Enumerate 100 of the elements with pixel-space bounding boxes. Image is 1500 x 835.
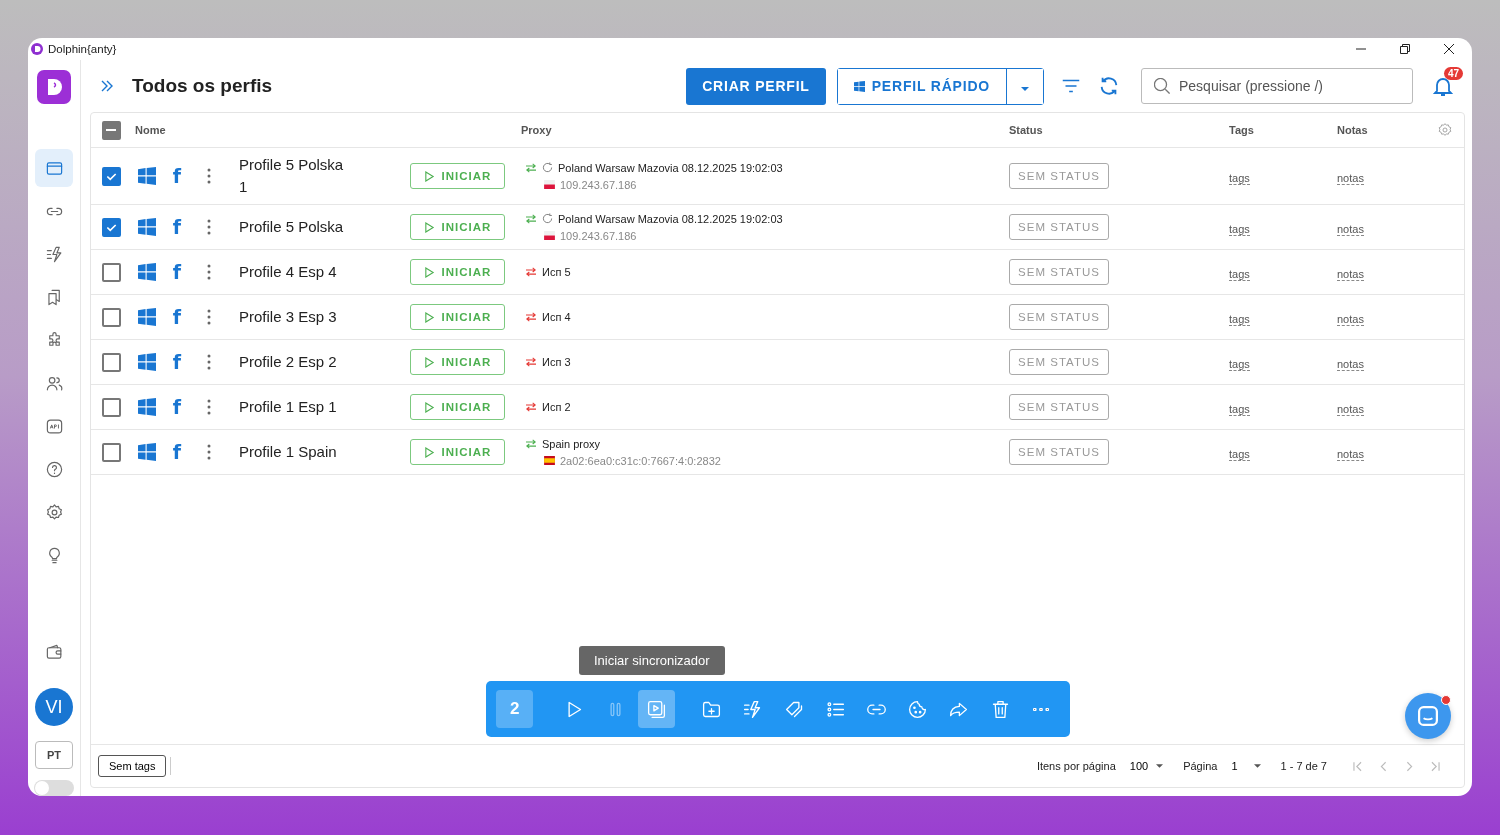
sidebar-item[interactable]	[35, 149, 73, 187]
windows-logo-icon	[138, 167, 156, 185]
more-icon[interactable]	[207, 219, 211, 235]
browser-logo: f	[172, 396, 182, 418]
tooltip: Iniciar sincronizador	[579, 646, 725, 675]
tags-link[interactable]: tags	[1229, 267, 1250, 281]
play-icon	[423, 401, 435, 413]
more-icon[interactable]	[207, 264, 211, 280]
windows-logo-icon	[138, 263, 156, 281]
cookie-icon	[907, 698, 929, 720]
profile-name[interactable]: Profile 3 Esp 3	[239, 306, 337, 328]
poland-flag-icon	[544, 231, 555, 240]
profile-name[interactable]: Profile 2 Esp 2	[239, 351, 337, 373]
column-header[interactable]: Proxy	[511, 124, 1001, 136]
play-icon	[423, 311, 435, 323]
row-checkbox[interactable]	[101, 352, 121, 372]
create-profile-button[interactable]: CRIAR PERFIL	[686, 67, 826, 105]
column-header[interactable]: Status	[1001, 124, 1211, 136]
quick-profile-button[interactable]: PERFIL RÁPIDO	[837, 68, 1007, 104]
notes-link[interactable]: notas	[1337, 312, 1364, 326]
settings-icon[interactable]	[1436, 122, 1453, 138]
page-label: Página	[1183, 760, 1218, 772]
proxy-name: Poland Warsaw Mazovia 08.12.2025 19:02:03	[558, 161, 783, 174]
profile-name[interactable]: Profile 5 Polska	[239, 216, 344, 238]
column-header[interactable]: Nome	[131, 124, 511, 136]
windows-logo-icon	[138, 398, 156, 416]
profile-name[interactable]: Profile 5 Polska 1	[239, 154, 355, 198]
theme-toggle[interactable]	[34, 780, 74, 796]
proxy-name: Poland Warsaw Mazovia 08.12.2025 19:02:03	[558, 212, 783, 225]
tags-link[interactable]: tags	[1229, 171, 1250, 185]
per-page-select[interactable]: 100	[1123, 759, 1170, 773]
caret-icon	[1253, 764, 1261, 768]
proxy-name: Исп 4	[542, 311, 571, 323]
refresh-icon[interactable]	[1098, 75, 1120, 97]
app-logo-icon	[31, 43, 43, 55]
selected-count: 2	[496, 690, 534, 728]
per-page-label: Itens por página	[1036, 760, 1116, 772]
refresh-icon[interactable]	[542, 213, 553, 224]
more-icon[interactable]	[207, 354, 211, 370]
notes-link[interactable]: notas	[1337, 171, 1364, 185]
app-logo-icon[interactable]	[37, 70, 71, 104]
proxy-name: Исп 5	[542, 266, 571, 278]
user-avatar[interactable]: VI	[35, 688, 73, 726]
profile-name[interactable]: Profile 1 Esp 1	[239, 396, 337, 418]
more-icon[interactable]	[207, 444, 211, 460]
language-button[interactable]: PT	[35, 741, 73, 769]
notes-link[interactable]: notas	[1337, 267, 1364, 281]
caret-icon	[1156, 764, 1164, 768]
search-field[interactable]: Pesquisar (pressione /)	[1141, 68, 1413, 104]
tags-link[interactable]: tags	[1229, 312, 1250, 326]
row-checkbox[interactable]	[101, 442, 121, 462]
help-icon	[44, 459, 64, 479]
browser-logo: f	[172, 306, 182, 328]
page-select[interactable]: 1	[1225, 759, 1267, 773]
windows-logo-icon	[138, 353, 156, 371]
spain-flag-icon	[544, 456, 555, 465]
tags-link[interactable]: tags	[1229, 402, 1250, 416]
proxy-name: Spain proxy	[542, 437, 601, 450]
more-icon[interactable]	[207, 399, 211, 415]
refresh-icon[interactable]	[542, 162, 553, 173]
row-checkbox[interactable]	[101, 262, 121, 282]
tags-link[interactable]: tags	[1229, 357, 1250, 371]
notes-link[interactable]: notas	[1337, 357, 1364, 371]
bulk-action-button[interactable]	[637, 690, 675, 728]
maximize-icon[interactable]	[1400, 44, 1410, 54]
more-icon[interactable]	[207, 168, 211, 184]
column-header[interactable]: Tags	[1211, 124, 1335, 136]
row-checkbox[interactable]	[101, 217, 121, 237]
settings-icon	[44, 502, 64, 522]
tags-filter-button[interactable]: Sem tags	[98, 755, 167, 777]
select-all-checkbox[interactable]	[101, 120, 121, 140]
profile-name[interactable]: Profile 1 Spain	[239, 441, 337, 463]
minus-icon	[106, 129, 116, 131]
notes-link[interactable]: notas	[1337, 222, 1364, 236]
proxy-name: Исп 3	[542, 356, 571, 368]
browser-logo: f	[172, 165, 182, 187]
notes-link[interactable]: notas	[1337, 402, 1364, 416]
row-checkbox[interactable]	[101, 166, 121, 186]
wallet-icon	[44, 642, 64, 662]
play-icon	[423, 221, 435, 233]
proxy-ip: 2a02:6ea0:c31c:0:7667:4:0:2832	[560, 454, 721, 467]
column-header[interactable]: Notas	[1335, 124, 1425, 136]
browser-logo: f	[172, 441, 182, 463]
proxy-ip: 109.243.67.186	[560, 178, 637, 191]
browser-logo: f	[172, 216, 182, 238]
more-icon[interactable]	[207, 309, 211, 325]
chat-icon	[1418, 706, 1438, 726]
video-stack-icon	[645, 698, 667, 720]
close-icon[interactable]	[1444, 44, 1454, 54]
tags-link[interactable]: tags	[1229, 222, 1250, 236]
browser-logo: f	[172, 261, 182, 283]
expand-icon[interactable]	[99, 78, 115, 94]
window-title: Dolphin{anty}	[48, 43, 117, 55]
row-checkbox[interactable]	[101, 307, 121, 327]
profile-name[interactable]: Profile 4 Esp 4	[239, 261, 337, 283]
tags-link[interactable]: tags	[1229, 447, 1250, 461]
row-checkbox[interactable]	[101, 397, 121, 417]
chat-button[interactable]	[1405, 693, 1451, 739]
windows-logo-icon	[138, 308, 156, 326]
notes-link[interactable]: notas	[1337, 447, 1364, 461]
